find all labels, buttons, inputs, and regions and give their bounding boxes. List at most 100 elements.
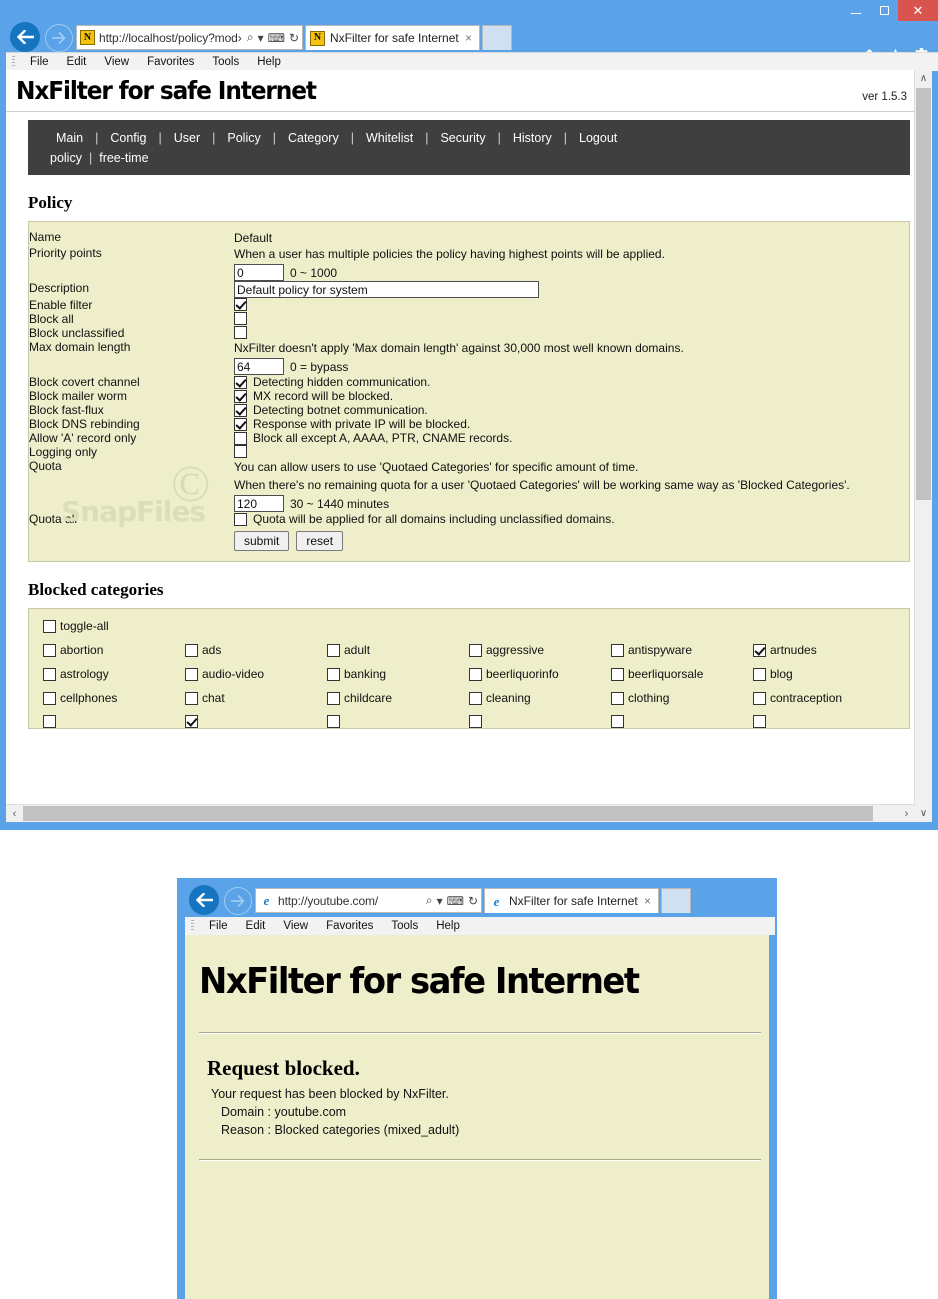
close-button[interactable]: ✕ bbox=[898, 0, 938, 21]
subnav-policy[interactable]: policy bbox=[50, 148, 82, 168]
category-checkbox[interactable] bbox=[43, 691, 56, 705]
list-item[interactable]: aggressive bbox=[469, 643, 611, 657]
subnav-free-time[interactable]: free-time bbox=[99, 148, 148, 168]
back-button[interactable] bbox=[189, 885, 219, 915]
nav-main[interactable]: Main bbox=[56, 128, 83, 148]
menu-file[interactable]: File bbox=[200, 920, 237, 932]
menu-edit[interactable]: Edit bbox=[58, 56, 96, 68]
list-item-clipped[interactable] bbox=[753, 715, 895, 728]
address-bar[interactable]: N http://localhost/policy?mod› ⌕ ▾ ⌨ ↻ bbox=[76, 25, 303, 50]
list-item[interactable]: chat bbox=[185, 691, 327, 705]
category-checkbox[interactable] bbox=[43, 667, 56, 681]
quota-all-checkbox[interactable] bbox=[234, 512, 247, 526]
list-item-clipped[interactable] bbox=[327, 715, 469, 728]
vertical-scroll-thumb[interactable] bbox=[916, 88, 931, 500]
menu-view[interactable]: View bbox=[95, 56, 138, 68]
block-mailer-worm-checkbox[interactable] bbox=[234, 389, 247, 403]
category-checkbox[interactable] bbox=[327, 667, 340, 681]
scroll-up-icon[interactable]: ∧ bbox=[915, 70, 932, 87]
list-item[interactable]: contraception bbox=[753, 691, 895, 705]
quota-input[interactable] bbox=[234, 495, 284, 512]
block-fast-flux-checkbox[interactable] bbox=[234, 403, 247, 417]
nav-logout[interactable]: Logout bbox=[579, 128, 617, 148]
vertical-scrollbar[interactable]: ∧ ∨ bbox=[914, 70, 932, 822]
category-checkbox[interactable] bbox=[469, 715, 482, 728]
reset-button[interactable]: reset bbox=[296, 531, 344, 551]
search-icon[interactable]: ⌕ bbox=[247, 30, 254, 45]
category-checkbox[interactable] bbox=[611, 643, 624, 657]
compatibility-view-icon[interactable]: ⌨ bbox=[447, 894, 464, 908]
list-item[interactable]: abortion bbox=[43, 643, 185, 657]
list-item[interactable]: ads bbox=[185, 643, 327, 657]
category-checkbox[interactable] bbox=[469, 667, 482, 681]
refresh-icon[interactable]: ↻ bbox=[468, 894, 478, 908]
category-checkbox[interactable] bbox=[43, 715, 56, 728]
menu-favorites[interactable]: Favorites bbox=[138, 56, 203, 68]
category-checkbox[interactable] bbox=[753, 643, 766, 657]
menu-edit[interactable]: Edit bbox=[237, 920, 275, 932]
description-input[interactable] bbox=[234, 281, 539, 298]
menu-tools[interactable]: Tools bbox=[203, 56, 248, 68]
list-item-clipped[interactable] bbox=[185, 715, 327, 728]
chevron-down-icon[interactable]: ▾ bbox=[258, 31, 264, 45]
scroll-down-icon[interactable]: ∨ bbox=[915, 805, 932, 822]
list-item[interactable]: adult bbox=[327, 643, 469, 657]
address-bar[interactable]: e http://youtube.com/ ⌕ ▾ ⌨ ↻ bbox=[255, 888, 482, 913]
refresh-icon[interactable]: ↻ bbox=[289, 31, 299, 45]
list-item[interactable]: audio-video bbox=[185, 667, 327, 681]
search-icon[interactable]: ⌕ bbox=[426, 893, 433, 908]
nav-whitelist[interactable]: Whitelist bbox=[366, 128, 413, 148]
new-tab-button[interactable] bbox=[482, 25, 512, 50]
list-item[interactable]: blog bbox=[753, 667, 895, 681]
nav-history[interactable]: History bbox=[513, 128, 552, 148]
scroll-left-icon[interactable]: ‹ bbox=[6, 805, 23, 822]
list-item-clipped[interactable] bbox=[469, 715, 611, 728]
category-checkbox[interactable] bbox=[753, 691, 766, 705]
submit-button[interactable]: submit bbox=[234, 531, 290, 551]
scroll-right-icon[interactable]: › bbox=[898, 805, 915, 822]
back-button[interactable] bbox=[10, 22, 40, 52]
category-checkbox[interactable] bbox=[469, 691, 482, 705]
block-all-checkbox[interactable] bbox=[234, 312, 247, 325]
list-item[interactable]: artnudes bbox=[753, 643, 895, 657]
tab-nxfilter[interactable]: N NxFilter for safe Internet × bbox=[305, 25, 480, 50]
horizontal-scroll-thumb[interactable] bbox=[23, 806, 873, 821]
category-checkbox[interactable] bbox=[185, 667, 198, 681]
category-checkbox[interactable] bbox=[185, 715, 198, 728]
category-checkbox[interactable] bbox=[327, 715, 340, 728]
category-checkbox[interactable] bbox=[469, 643, 482, 657]
chevron-down-icon[interactable]: ▾ bbox=[437, 894, 443, 908]
category-toggle-all[interactable]: toggle-all bbox=[43, 619, 185, 633]
list-item[interactable]: banking bbox=[327, 667, 469, 681]
forward-button[interactable] bbox=[224, 887, 252, 915]
category-checkbox[interactable] bbox=[611, 715, 624, 728]
menu-file[interactable]: File bbox=[21, 56, 58, 68]
nav-config[interactable]: Config bbox=[110, 128, 146, 148]
list-item[interactable]: childcare bbox=[327, 691, 469, 705]
category-checkbox[interactable] bbox=[753, 667, 766, 681]
list-item[interactable]: cellphones bbox=[43, 691, 185, 705]
list-item[interactable]: beerliquorinfo bbox=[469, 667, 611, 681]
forward-button[interactable] bbox=[45, 24, 73, 52]
tab-close-icon[interactable]: × bbox=[462, 31, 475, 45]
enable-filter-checkbox[interactable] bbox=[234, 298, 247, 311]
category-checkbox[interactable] bbox=[753, 715, 766, 728]
list-item[interactable]: beerliquorsale bbox=[611, 667, 753, 681]
category-checkbox[interactable] bbox=[327, 691, 340, 705]
maximize-button[interactable] bbox=[870, 0, 898, 21]
tab-close-icon[interactable]: × bbox=[641, 894, 654, 908]
category-checkbox[interactable] bbox=[185, 643, 198, 657]
menu-view[interactable]: View bbox=[274, 920, 317, 932]
priority-points-input[interactable] bbox=[234, 264, 284, 281]
max-domain-length-input[interactable] bbox=[234, 358, 284, 375]
list-item[interactable]: clothing bbox=[611, 691, 753, 705]
category-checkbox[interactable] bbox=[611, 667, 624, 681]
nav-security[interactable]: Security bbox=[440, 128, 485, 148]
logging-only-checkbox[interactable] bbox=[234, 445, 247, 458]
block-unclassified-checkbox[interactable] bbox=[234, 326, 247, 339]
new-tab-button[interactable] bbox=[661, 888, 691, 913]
menu-tools[interactable]: Tools bbox=[382, 920, 427, 932]
menu-help[interactable]: Help bbox=[248, 56, 290, 68]
category-checkbox[interactable] bbox=[185, 691, 198, 705]
tab-nxfilter[interactable]: e NxFilter for safe Internet × bbox=[484, 888, 659, 913]
